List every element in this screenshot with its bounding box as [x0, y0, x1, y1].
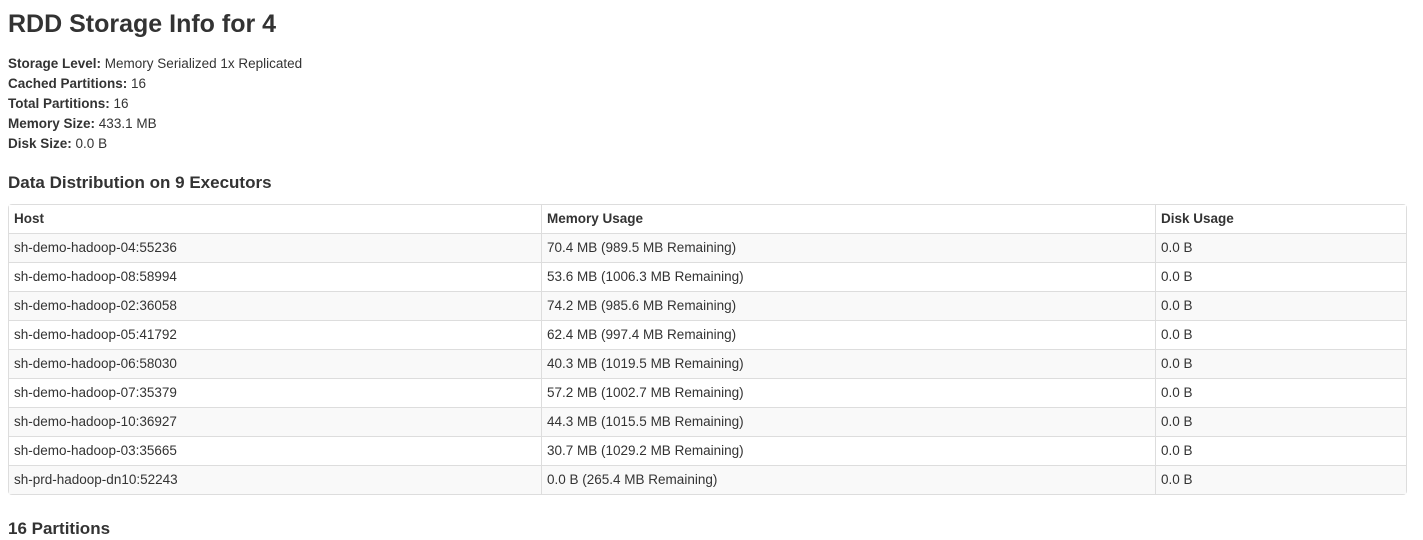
table-row: sh-demo-hadoop-08:58994 53.6 MB (1006.3 … [9, 262, 1406, 291]
summary-value: 16 [113, 96, 129, 111]
disk-usage-cell: 0.0 B [1155, 233, 1406, 262]
table-row: sh-demo-hadoop-03:35665 30.7 MB (1029.2 … [9, 436, 1406, 465]
memory-usage-cell: 62.4 MB (997.4 MB Remaining) [541, 320, 1155, 349]
summary-value: 433.1 MB [98, 116, 157, 131]
disk-usage-cell: 0.0 B [1155, 407, 1406, 436]
memory-usage-cell: 53.6 MB (1006.3 MB Remaining) [541, 262, 1155, 291]
table-row: sh-demo-hadoop-10:36927 44.3 MB (1015.5 … [9, 407, 1406, 436]
memory-usage-cell: 30.7 MB (1029.2 MB Remaining) [541, 436, 1155, 465]
disk-usage-cell: 0.0 B [1155, 378, 1406, 407]
summary-cached-partitions: Cached Partitions: 16 [8, 74, 1415, 94]
host-cell: sh-demo-hadoop-08:58994 [9, 262, 541, 291]
disk-usage-cell: 0.0 B [1155, 349, 1406, 378]
memory-usage-cell: 74.2 MB (985.6 MB Remaining) [541, 291, 1155, 320]
table-row: sh-prd-hadoop-dn10:52243 0.0 B (265.4 MB… [9, 465, 1406, 494]
host-cell: sh-demo-hadoop-10:36927 [9, 407, 541, 436]
summary-label: Disk Size: [8, 136, 72, 151]
summary-disk-size: Disk Size: 0.0 B [8, 134, 1415, 154]
memory-usage-cell: 0.0 B (265.4 MB Remaining) [541, 465, 1155, 494]
host-cell: sh-demo-hadoop-05:41792 [9, 320, 541, 349]
summary-label: Cached Partitions: [8, 76, 128, 91]
column-header-disk-usage[interactable]: Disk Usage [1155, 205, 1406, 233]
memory-usage-cell: 44.3 MB (1015.5 MB Remaining) [541, 407, 1155, 436]
disk-usage-cell: 0.0 B [1155, 465, 1406, 494]
table-row: sh-demo-hadoop-05:41792 62.4 MB (997.4 M… [9, 320, 1406, 349]
executor-distribution-table: Host Memory Usage Disk Usage sh-demo-had… [8, 204, 1407, 495]
summary-storage-level: Storage Level: Memory Serialized 1x Repl… [8, 54, 1415, 74]
host-cell: sh-demo-hadoop-04:55236 [9, 233, 541, 262]
table-row: sh-demo-hadoop-02:36058 74.2 MB (985.6 M… [9, 291, 1406, 320]
host-cell: sh-demo-hadoop-03:35665 [9, 436, 541, 465]
table-row: sh-demo-hadoop-07:35379 57.2 MB (1002.7 … [9, 378, 1406, 407]
summary-total-partitions: Total Partitions: 16 [8, 94, 1415, 114]
summary-label: Storage Level: [8, 56, 102, 71]
summary-value: Memory Serialized 1x Replicated [104, 56, 303, 71]
table-row: sh-demo-hadoop-04:55236 70.4 MB (989.5 M… [9, 233, 1406, 262]
disk-usage-cell: 0.0 B [1155, 291, 1406, 320]
page-title: RDD Storage Info for 4 [8, 10, 277, 38]
host-cell: sh-demo-hadoop-07:35379 [9, 378, 541, 407]
table-header-row: Host Memory Usage Disk Usage [9, 205, 1406, 233]
memory-usage-cell: 57.2 MB (1002.7 MB Remaining) [541, 378, 1155, 407]
column-header-memory-usage[interactable]: Memory Usage [541, 205, 1155, 233]
memory-usage-cell: 70.4 MB (989.5 MB Remaining) [541, 233, 1155, 262]
disk-usage-cell: 0.0 B [1155, 320, 1406, 349]
table-row: sh-demo-hadoop-06:58030 40.3 MB (1019.5 … [9, 349, 1406, 378]
memory-usage-cell: 40.3 MB (1019.5 MB Remaining) [541, 349, 1155, 378]
host-cell: sh-prd-hadoop-dn10:52243 [9, 465, 541, 494]
rdd-summary-list: Storage Level: Memory Serialized 1x Repl… [8, 54, 1415, 154]
disk-usage-cell: 0.0 B [1155, 436, 1406, 465]
column-header-host[interactable]: Host [9, 205, 541, 233]
host-cell: sh-demo-hadoop-02:36058 [9, 291, 541, 320]
summary-label: Memory Size: [8, 116, 96, 131]
partitions-section-title: 16 Partitions [8, 519, 111, 538]
host-cell: sh-demo-hadoop-06:58030 [9, 349, 541, 378]
data-distribution-title: Data Distribution on 9 Executors [8, 173, 272, 192]
summary-memory-size: Memory Size: 433.1 MB [8, 114, 1415, 134]
summary-value: 0.0 B [75, 136, 108, 151]
summary-label: Total Partitions: [8, 96, 110, 111]
summary-value: 16 [131, 76, 147, 91]
disk-usage-cell: 0.0 B [1155, 262, 1406, 291]
rdd-storage-page: RDD Storage Info for 4 Storage Level: Me… [0, 0, 1423, 194]
